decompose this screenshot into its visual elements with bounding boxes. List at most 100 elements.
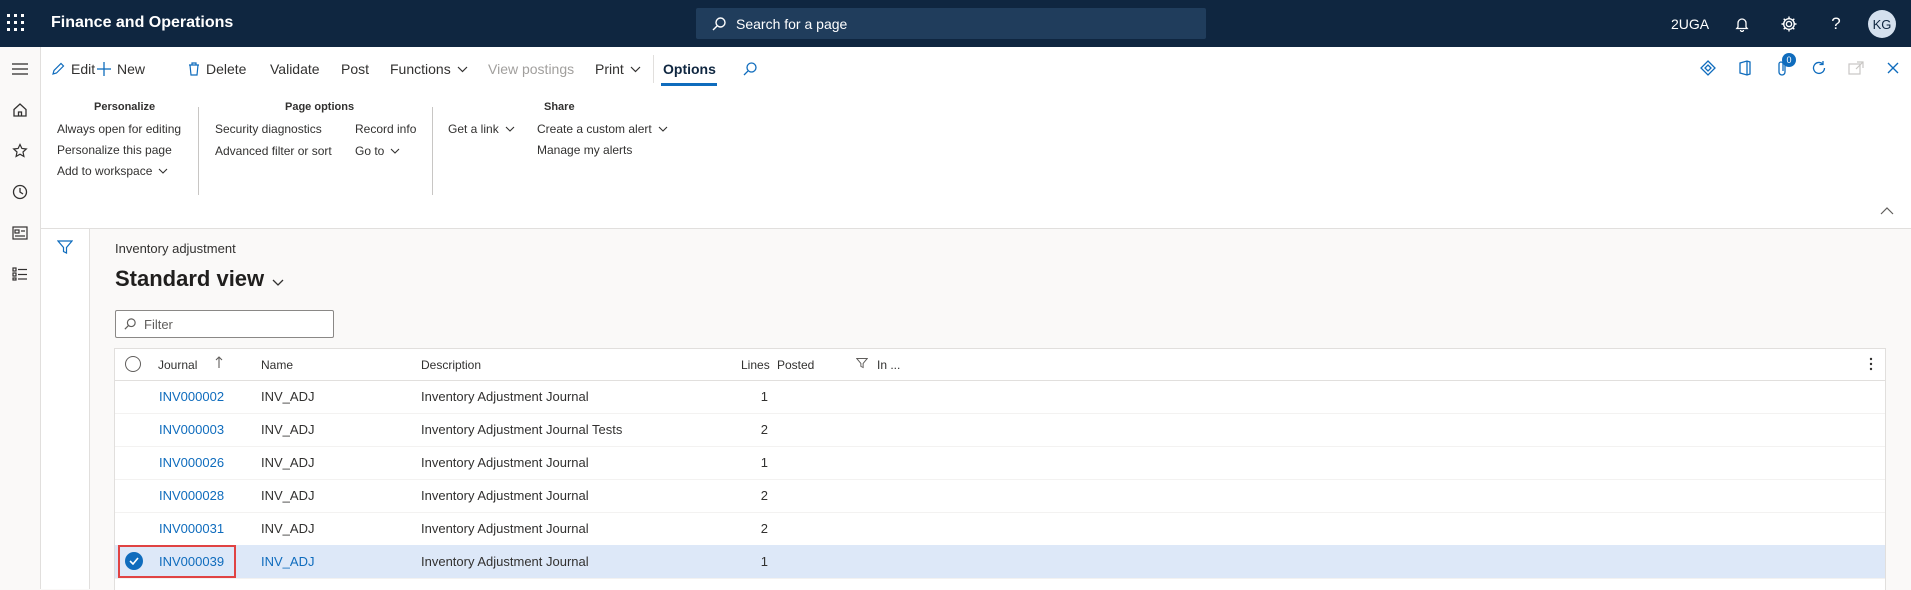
lines-cell: 2	[760, 521, 768, 536]
workspaces-icon[interactable]	[8, 221, 32, 245]
filter-pane-strip	[41, 229, 90, 589]
table-row-selected[interactable]: INV000039 INV_ADJ Inventory Adjustment J…	[115, 545, 1885, 579]
chevron-down-icon	[390, 148, 400, 154]
description-cell: Inventory Adjustment Journal	[421, 488, 589, 503]
journal-link[interactable]: INV000002	[159, 389, 224, 404]
action-search-icon[interactable]	[743, 59, 763, 79]
advanced-filter-sort-button[interactable]: Advanced filter or sort	[215, 144, 332, 158]
settings-gear-icon[interactable]	[1769, 0, 1809, 47]
record-info-button[interactable]: Record info	[355, 122, 416, 136]
manage-my-alerts-button[interactable]: Manage my alerts	[537, 143, 632, 157]
journal-link[interactable]: INV000039	[159, 554, 224, 569]
journal-name-cell: INV_ADJ	[261, 455, 315, 470]
action-bar: Edit New Delete Validate Post Functions …	[41, 47, 1911, 89]
search-page-box[interactable]: Search for a page	[696, 8, 1206, 39]
new-button[interactable]: New	[97, 59, 145, 79]
tab-options[interactable]: Options	[663, 59, 716, 79]
lines-cell: 1	[760, 455, 768, 470]
view-selector[interactable]: Standard view	[115, 266, 284, 292]
table-row[interactable]: INV000028 INV_ADJ Inventory Adjustment J…	[115, 479, 1885, 513]
chevron-down-icon	[658, 126, 668, 132]
attachments-count-badge: 0	[1782, 53, 1796, 67]
delete-button[interactable]: Delete	[188, 59, 246, 79]
more-options-vertical-icon[interactable]	[1869, 357, 1873, 376]
hamburger-menu-icon[interactable]	[8, 57, 32, 81]
home-icon[interactable]	[8, 98, 32, 122]
delete-label: Delete	[206, 61, 247, 77]
edit-label: Edit	[71, 61, 96, 77]
get-a-link-menu[interactable]: Get a link	[448, 122, 515, 136]
app-launcher-icon[interactable]	[7, 14, 25, 32]
share-group-title: Share	[544, 101, 575, 113]
column-header-description[interactable]: Description	[421, 358, 481, 372]
lines-cell: 1	[760, 389, 768, 404]
office-icon[interactable]	[1734, 57, 1756, 79]
create-custom-alert-menu[interactable]: Create a custom alert	[537, 122, 668, 136]
table-row[interactable]: INV000002 INV_ADJ Inventory Adjustment J…	[115, 380, 1885, 414]
journal-link[interactable]: INV000031	[159, 521, 224, 536]
functions-label: Functions	[390, 61, 451, 77]
recent-clock-icon[interactable]	[8, 180, 32, 204]
open-new-window-icon[interactable]	[1845, 57, 1867, 79]
search-icon	[124, 318, 136, 330]
column-header-posted[interactable]: Posted	[777, 358, 814, 372]
security-diagnostics-button[interactable]: Security diagnostics	[215, 122, 322, 136]
company-picker[interactable]: 2UGA	[1668, 0, 1712, 47]
journal-name-cell: INV_ADJ	[261, 521, 315, 536]
validate-button[interactable]: Validate	[270, 59, 320, 79]
group-separator	[432, 107, 433, 195]
help-question-icon[interactable]: ?	[1816, 0, 1856, 47]
description-cell: Inventory Adjustment Journal	[421, 521, 589, 536]
journal-link[interactable]: INV000028	[159, 488, 224, 503]
trash-icon	[189, 62, 199, 76]
go-to-label: Go to	[355, 144, 385, 158]
column-header-in-use[interactable]: In ...	[877, 358, 900, 372]
create-custom-alert-label: Create a custom alert	[537, 122, 652, 136]
functions-menu[interactable]: Functions	[390, 59, 468, 79]
post-button[interactable]: Post	[341, 59, 369, 79]
personalize-group-title: Personalize	[94, 101, 156, 113]
group-separator	[198, 107, 199, 195]
collapse-action-pane-chevron-up-icon[interactable]	[1877, 203, 1897, 219]
go-to-menu[interactable]: Go to	[355, 144, 400, 158]
add-to-workspace-menu[interactable]: Add to workspace	[57, 164, 168, 178]
print-menu[interactable]: Print	[595, 59, 641, 79]
journal-name-cell[interactable]: INV_ADJ	[261, 554, 314, 569]
personalize-page-button[interactable]: Personalize this page	[57, 143, 172, 157]
favorites-star-icon[interactable]	[8, 139, 32, 163]
notifications-bell-icon[interactable]	[1722, 0, 1762, 47]
power-apps-diamond-icon[interactable]	[1697, 57, 1719, 79]
attachments-icon[interactable]: 0	[1771, 53, 1796, 79]
action-pane: Edit New Delete Validate Post Functions …	[41, 47, 1911, 229]
row-selected-checkmark-icon[interactable]	[125, 552, 143, 570]
chevron-down-icon	[505, 126, 515, 132]
refresh-icon[interactable]	[1808, 57, 1830, 79]
plus-icon	[97, 62, 111, 76]
chevron-down-icon	[457, 66, 468, 72]
posted-filter-funnel-icon[interactable]	[855, 357, 869, 372]
journal-link[interactable]: INV000026	[159, 455, 224, 470]
column-header-lines[interactable]: Lines	[741, 358, 770, 372]
sort-ascending-arrow-icon[interactable]	[215, 356, 223, 371]
view-postings-button[interactable]: View postings	[488, 59, 574, 79]
always-open-for-editing-button[interactable]: Always open for editing	[57, 122, 181, 136]
table-row[interactable]: INV000003 INV_ADJ Inventory Adjustment J…	[115, 413, 1885, 447]
modules-list-icon[interactable]	[8, 262, 32, 286]
column-header-journal[interactable]: Journal	[158, 358, 197, 372]
journal-link[interactable]: INV000003	[159, 422, 224, 437]
page-title: Standard view	[115, 266, 265, 291]
journal-name-cell: INV_ADJ	[261, 422, 315, 437]
filter-input[interactable]	[142, 315, 326, 333]
description-cell: Inventory Adjustment Journal	[421, 455, 589, 470]
column-header-name[interactable]: Name	[261, 358, 293, 372]
edit-button[interactable]: Edit	[51, 59, 95, 79]
table-row[interactable]: INV000026 INV_ADJ Inventory Adjustment J…	[115, 446, 1885, 480]
select-all-radio[interactable]	[125, 356, 141, 372]
user-avatar[interactable]: KG	[1868, 10, 1896, 38]
grid-filter-box[interactable]	[115, 310, 334, 338]
table-row[interactable]: INV000031 INV_ADJ Inventory Adjustment J…	[115, 512, 1885, 546]
close-icon[interactable]	[1882, 57, 1904, 79]
filter-funnel-icon[interactable]	[56, 239, 74, 260]
description-cell: Inventory Adjustment Journal Tests	[421, 422, 623, 437]
app-title[interactable]: Finance and Operations	[51, 14, 233, 32]
